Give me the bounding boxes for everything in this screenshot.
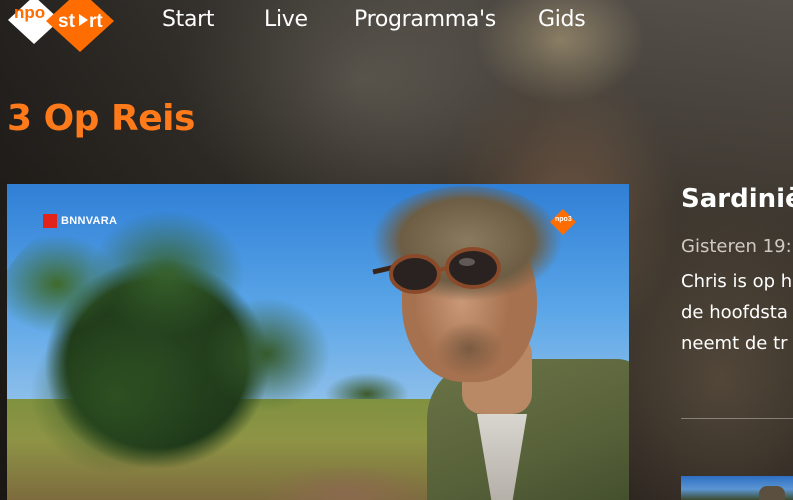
episode-description: Chris is op h de hoofdsta neemt de tr — [681, 266, 793, 359]
episode-description-line: neemt de tr — [681, 333, 788, 354]
next-episode-thumbnail[interactable] — [681, 476, 793, 500]
episode-date: Gisteren 19:5 — [681, 236, 793, 257]
main-nav: Start Live Programma's Gids — [0, 0, 793, 44]
divider — [681, 418, 793, 419]
thumbnail-figure — [759, 486, 785, 500]
video-player[interactable]: BNNVARA npo3 — [7, 184, 629, 500]
presenter-beard — [427, 319, 512, 389]
svg-text:npo3: npo3 — [555, 216, 572, 223]
nav-item-gids[interactable]: Gids — [538, 7, 586, 32]
broadcaster-name: BNNVARA — [61, 215, 118, 227]
broadcaster-logo-icon: BNNVARA — [43, 214, 117, 228]
npo-bug-icon: npo3 — [550, 209, 576, 235]
episode-description-line: de hoofdsta — [681, 302, 788, 323]
nav-item-start[interactable]: Start — [162, 7, 215, 32]
broadcaster-mark — [43, 214, 57, 228]
nav-item-programmas[interactable]: Programma's — [354, 7, 496, 32]
nav-item-live[interactable]: Live — [264, 7, 308, 32]
episode-description-line: Chris is op h — [681, 271, 793, 292]
sunglasses-icon — [372, 247, 501, 294]
episode-title[interactable]: Sardinië — [681, 184, 793, 214]
page-title: 3 Op Reis — [7, 98, 195, 139]
